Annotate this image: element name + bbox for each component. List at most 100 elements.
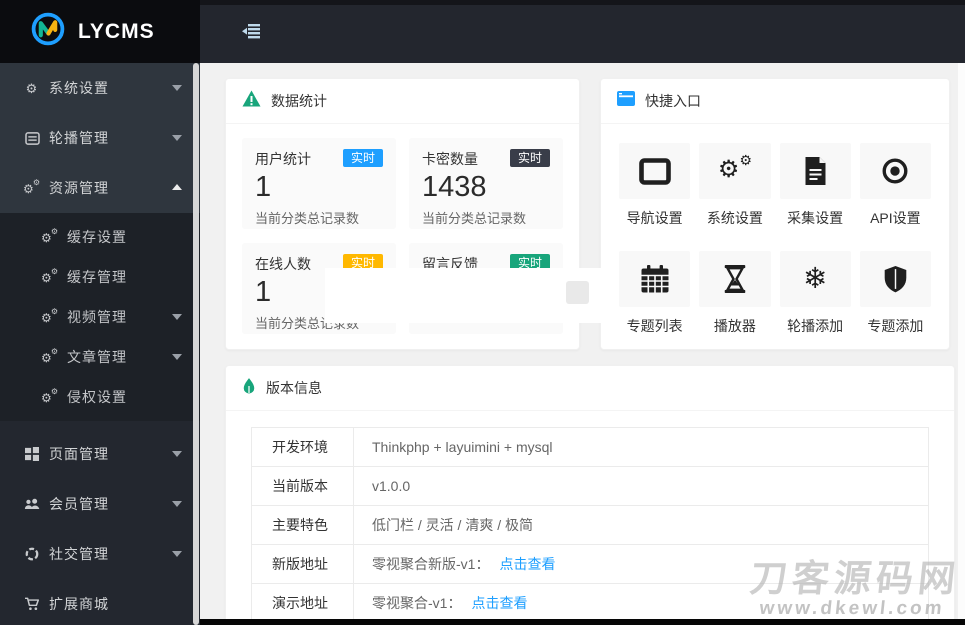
row-label: 新版地址	[252, 545, 354, 583]
sidebar-item-cache-settings[interactable]: ⚙ ⚙ 缓存设置	[0, 217, 200, 257]
logo-m-circle-icon	[30, 11, 66, 52]
cogs-icon: ⚙ ⚙	[41, 387, 59, 405]
chevron-down-icon	[172, 314, 182, 320]
cart-icon	[22, 597, 42, 611]
chevron-down-icon	[172, 551, 182, 557]
main-scrollbar[interactable]	[958, 63, 965, 625]
bottom-bar	[200, 619, 965, 625]
sidebar-section-bottom: 页面管理 会员管理 社交管理 扩展商城	[0, 421, 200, 625]
chevron-up-icon	[172, 184, 182, 190]
carousel-icon	[22, 131, 42, 145]
quick-entry-panel: 快捷入口 导航设置 ⚙ ⚙ 系统设置 采集设置 API设置 专题列表 播放器 ❄…	[600, 78, 950, 350]
sidebar-item-label: 文章管理	[67, 349, 127, 365]
sidebar-item-label: 缓存设置	[67, 229, 127, 245]
view-link[interactable]: 点击查看	[471, 593, 527, 613]
sidebar-item-label: 视频管理	[67, 309, 127, 325]
sidebar-scrollbar[interactable]	[193, 63, 199, 625]
view-link[interactable]: 点击查看	[499, 554, 555, 574]
tile-nav-settings[interactable]: 导航设置	[619, 143, 691, 228]
row-value: Thinkphp + layuimini + mysql	[372, 439, 553, 455]
sidebar-item-article-management[interactable]: ⚙ ⚙ 文章管理	[0, 337, 200, 377]
sidebar-item-carousel-management[interactable]: 轮播管理	[0, 113, 200, 163]
sidebar-item-resource-management[interactable]: ⚙ ⚙ 资源管理	[0, 163, 200, 213]
sidebar-item-video-management[interactable]: ⚙ ⚙ 视频管理	[0, 297, 200, 337]
table-row: 主要特色 低门栏 / 灵活 / 清爽 / 极简	[252, 506, 928, 545]
stat-card-cards: 卡密数量 实时 1438 当前分类总记录数	[409, 138, 563, 229]
sidebar: LYCMS ⚙ 系统设置 轮播管理 ⚙ ⚙ 资源管理 ⚙ ⚙ 缓存设置 ⚙ ⚙ …	[0, 0, 200, 625]
row-label: 演示地址	[252, 584, 354, 622]
sidebar-item-label: 轮播管理	[49, 130, 109, 146]
stat-title: 用户统计	[255, 151, 311, 167]
sidebar-item-label: 会员管理	[49, 496, 109, 512]
top-bar	[200, 0, 965, 63]
table-row: 开发环境 Thinkphp + layuimini + mysql	[252, 428, 928, 467]
row-value: 零视聚合-v1：	[372, 595, 462, 611]
tile-label: 轮播添加	[787, 318, 844, 334]
stat-subtitle: 当前分类总记录数	[422, 210, 527, 226]
chevron-down-icon	[172, 85, 182, 91]
stat-value: 1438	[422, 171, 487, 203]
sidebar-item-infringement-settings[interactable]: ⚙ ⚙ 侵权设置	[0, 377, 200, 417]
sidebar-item-label: 侵权设置	[67, 389, 127, 405]
tile-system-settings[interactable]: ⚙ ⚙ 系统设置	[699, 143, 771, 228]
sidebar-item-label: 社交管理	[49, 546, 109, 562]
main-content: 数据统计 用户统计 实时 1 当前分类总记录数 卡密数量 实时 1438 当前分…	[200, 63, 965, 625]
sidebar-item-social-management[interactable]: 社交管理	[0, 529, 200, 579]
leaf-icon	[242, 377, 256, 400]
cogs-icon: ⚙ ⚙	[23, 178, 41, 196]
top-strip	[200, 0, 965, 5]
version-table: 开发环境 Thinkphp + layuimini + mysql 当前版本 v…	[251, 427, 929, 623]
sidebar-item-cache-management[interactable]: ⚙ ⚙ 缓存管理	[0, 257, 200, 297]
sidebar-item-member-management[interactable]: 会员管理	[0, 479, 200, 529]
sidebar-item-page-management[interactable]: 页面管理	[0, 429, 200, 479]
stat-card-users: 用户统计 实时 1 当前分类总记录数	[242, 138, 396, 229]
hourglass-icon	[699, 251, 771, 307]
sidebar-item-system-settings[interactable]: ⚙ 系统设置	[0, 63, 200, 113]
cogs-icon: ⚙ ⚙	[41, 227, 59, 245]
snowflake-icon: ❄	[779, 251, 851, 307]
tile-topic-add[interactable]: 专题添加	[859, 251, 931, 336]
cogs-icon: ⚙ ⚙	[41, 307, 59, 325]
tile-carousel-add[interactable]: ❄ 轮播添加	[779, 251, 851, 336]
tile-label: API设置	[870, 210, 921, 226]
chevron-down-icon	[172, 451, 182, 457]
file-icon	[779, 143, 851, 199]
status-badge: 实时	[342, 149, 383, 167]
tile-label: 播放器	[713, 318, 756, 334]
app-title: LYCMS	[78, 19, 155, 43]
row-label: 当前版本	[252, 467, 354, 505]
table-row: 演示地址 零视聚合-v1： 点击查看	[252, 584, 928, 623]
logo[interactable]: LYCMS	[0, 0, 200, 63]
outdent-icon[interactable]	[242, 23, 262, 41]
quick-tiles: 导航设置 ⚙ ⚙ 系统设置 采集设置 API设置 专题列表 播放器 ❄ 轮播添加…	[601, 124, 949, 355]
panel-title: 版本信息	[266, 380, 322, 396]
sidebar-item-label: 扩展商城	[49, 596, 109, 612]
tile-label: 系统设置	[706, 210, 763, 226]
tile-label: 采集设置	[787, 210, 844, 226]
tile-label: 专题添加	[867, 318, 924, 334]
version-panel-header: 版本信息	[226, 366, 954, 411]
quick-panel-header: 快捷入口	[601, 79, 949, 124]
tile-collect-settings[interactable]: 采集设置	[779, 143, 851, 228]
chevron-down-icon	[172, 354, 182, 360]
row-value: v1.0.0	[372, 478, 411, 494]
sidebar-item-extension-mall[interactable]: 扩展商城	[0, 579, 200, 625]
table-row: 当前版本 v1.0.0	[252, 467, 928, 506]
users-icon	[22, 498, 42, 511]
chevron-down-icon	[172, 501, 182, 507]
version-panel: 版本信息 开发环境 Thinkphp + layuimini + mysql 当…	[225, 365, 955, 625]
tile-topic-list[interactable]: 专题列表	[619, 251, 691, 336]
sidebar-item-label: 系统设置	[49, 80, 109, 96]
stats-panel-header: 数据统计	[226, 79, 579, 124]
share-icon	[22, 547, 42, 561]
gear-icon: ⚙	[25, 80, 39, 96]
tile-player[interactable]: 播放器	[699, 251, 771, 336]
stat-value: 1	[255, 171, 272, 203]
warning-triangle-icon	[242, 90, 261, 112]
sidebar-submenu-resource: ⚙ ⚙ 缓存设置 ⚙ ⚙ 缓存管理 ⚙ ⚙ 视频管理 ⚙ ⚙ 文章管理 ⚙ ⚙ 侵权设置	[0, 213, 200, 421]
sidebar-item-label: 缓存管理	[67, 269, 127, 285]
tile-api-settings[interactable]: API设置	[859, 143, 931, 228]
dot-circle-icon	[859, 143, 931, 199]
stat-title: 在线人数	[255, 256, 311, 272]
cogs-icon: ⚙ ⚙	[41, 267, 59, 285]
